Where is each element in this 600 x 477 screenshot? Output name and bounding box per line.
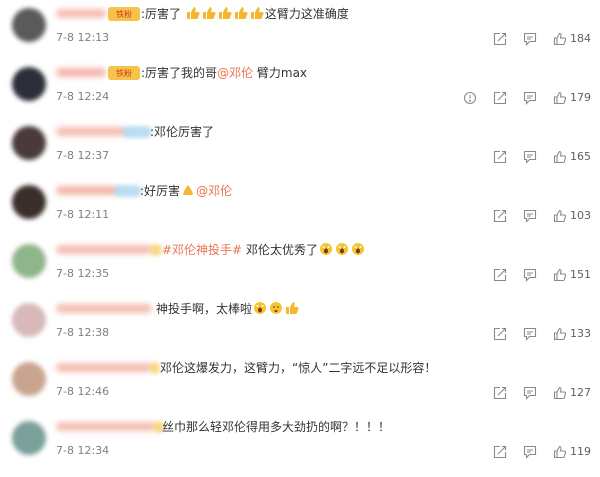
comment-icon[interactable] (522, 90, 538, 106)
comment-item: 铁粉 :厉害了 这臂力这准确度 7-8 12:13 184 (0, 6, 600, 64)
username-blurred[interactable] (56, 304, 152, 313)
emoji-group (252, 302, 300, 316)
fan-badge: 铁粉 (108, 7, 140, 21)
avatar[interactable] (12, 126, 46, 160)
timestamp: 7-8 12:24 (56, 90, 110, 103)
username-blurred[interactable] (56, 68, 106, 77)
thumbs-up-icon[interactable]: 127 (552, 385, 591, 401)
username-blurred[interactable] (56, 245, 152, 254)
share-icon[interactable] (492, 90, 508, 106)
comment-text: 丝巾那么轻邓伦得用多大劲扔的啊？！！！ (162, 418, 390, 436)
like-count: 165 (570, 150, 591, 163)
comment-text-part: 邓伦厉害了 (154, 125, 215, 139)
like-count: 119 (570, 445, 591, 458)
comment-text: 神投手啊，太棒啦 (156, 300, 300, 318)
timestamp: 7-8 12:13 (56, 31, 110, 44)
avatar[interactable] (12, 67, 46, 101)
username-blurred-tail (122, 126, 152, 138)
comment-text: :邓伦厉害了 (150, 125, 215, 139)
thumbs-up-icon[interactable]: 165 (552, 149, 591, 165)
share-icon[interactable] (492, 444, 508, 460)
like-count: 103 (570, 209, 591, 222)
thumbs-up-icon[interactable]: 179 (552, 90, 591, 106)
avatar[interactable] (12, 8, 46, 42)
username-blurred[interactable] (56, 186, 118, 195)
comment-icon[interactable] (522, 444, 538, 460)
username-blurred[interactable] (56, 9, 106, 18)
avatar[interactable] (12, 303, 46, 337)
comment-item: :好厉害 @邓伦 7-8 12:11 103 (0, 183, 600, 241)
mention-link[interactable]: @邓伦 (217, 66, 253, 80)
thumbs-up-icon[interactable]: 184 (552, 31, 591, 47)
username-blurred[interactable] (56, 363, 152, 372)
comment-item: 丝巾那么轻邓伦得用多大劲扔的啊？！！！ 7-8 12:34 119 (0, 419, 600, 477)
avatar[interactable] (12, 185, 46, 219)
thumbs-up-icon[interactable]: 119 (552, 444, 591, 460)
pray-emoji (180, 184, 196, 198)
comment-item: 神投手啊，太棒啦 7-8 12:38 133 (0, 301, 600, 359)
comment-text-part: 臂力max (253, 66, 308, 80)
thumbs-up-icon[interactable]: 151 (552, 267, 591, 283)
comment-text-part: 这臂力这准确度 (264, 7, 349, 21)
comment-item: :邓伦厉害了 7-8 12:37 165 (0, 124, 600, 182)
timestamp: 7-8 12:46 (56, 385, 110, 398)
share-icon[interactable] (492, 267, 508, 283)
username-blurred-tail (114, 185, 142, 197)
comment-item: 铁粉 :厉害了我的哥@邓伦 臂力max 7-8 12:24 179 (0, 65, 600, 123)
comment-text-part: 好厉害 (144, 184, 181, 198)
timestamp: 7-8 12:38 (56, 326, 110, 339)
like-count: 127 (570, 386, 591, 399)
timestamp: 7-8 12:11 (56, 208, 110, 221)
thumbs-up-icon[interactable]: 103 (552, 208, 591, 224)
like-count: 184 (570, 32, 591, 45)
scream-emoji (318, 243, 366, 257)
like-count: 179 (570, 91, 591, 104)
comment-icon[interactable] (522, 31, 538, 47)
share-icon[interactable] (492, 326, 508, 342)
avatar[interactable] (12, 421, 46, 455)
like-count: 133 (570, 327, 591, 340)
mention-link[interactable]: @邓伦 (196, 184, 232, 198)
username-blurred[interactable] (56, 127, 126, 136)
timestamp: 7-8 12:34 (56, 444, 110, 457)
comment-icon[interactable] (522, 149, 538, 165)
comment-item: #邓伦神投手# 邓伦太优秀了 7-8 12:35 151 (0, 242, 600, 300)
report-icon[interactable] (462, 90, 478, 106)
thumbs-up-emoji (181, 7, 265, 21)
comment-text: :厉害了我的哥@邓伦 臂力max (141, 66, 308, 80)
username-blurred-tail (150, 362, 160, 374)
comment-text-part: 厉害了 (145, 7, 182, 21)
comment-text: :厉害了 这臂力这准确度 (141, 7, 349, 21)
comment-text-part: 丝巾那么轻邓伦得用多大劲扔的啊？！！！ (162, 420, 391, 434)
comment-text-part: 邓伦太优秀了 (242, 243, 318, 257)
comment-text: :好厉害 @邓伦 (140, 184, 233, 198)
username-blurred-tail (150, 244, 162, 256)
avatar[interactable] (12, 362, 46, 396)
share-icon[interactable] (492, 31, 508, 47)
avatar[interactable] (12, 244, 46, 278)
like-count: 151 (570, 268, 591, 281)
username-blurred[interactable] (56, 422, 156, 431)
comment-item: 邓伦这爆发力，这臂力，“惊人”二字远不足以形容！ 7-8 12:46 127 (0, 360, 600, 418)
share-icon[interactable] (492, 385, 508, 401)
comment-icon[interactable] (522, 326, 538, 342)
comment-icon[interactable] (522, 267, 538, 283)
share-icon[interactable] (492, 208, 508, 224)
comment-text: #邓伦神投手# 邓伦太优秀了 (162, 241, 366, 259)
timestamp: 7-8 12:35 (56, 267, 110, 280)
comment-text-part: 邓伦这爆发力，这臂力，“惊人”二字远不足以形容！ (160, 361, 437, 375)
timestamp: 7-8 12:37 (56, 149, 110, 162)
fan-badge: 铁粉 (108, 66, 140, 80)
comment-text: 邓伦这爆发力，这臂力，“惊人”二字远不足以形容！ (160, 359, 436, 377)
share-icon[interactable] (492, 149, 508, 165)
comment-icon[interactable] (522, 385, 538, 401)
comment-icon[interactable] (522, 208, 538, 224)
hashtag-link[interactable]: #邓伦神投手# (162, 243, 242, 257)
thumbs-up-icon[interactable]: 133 (552, 326, 591, 342)
comment-text-part: 神投手啊，太棒啦 (156, 302, 253, 316)
comment-text-part: 厉害了我的哥 (145, 66, 218, 80)
